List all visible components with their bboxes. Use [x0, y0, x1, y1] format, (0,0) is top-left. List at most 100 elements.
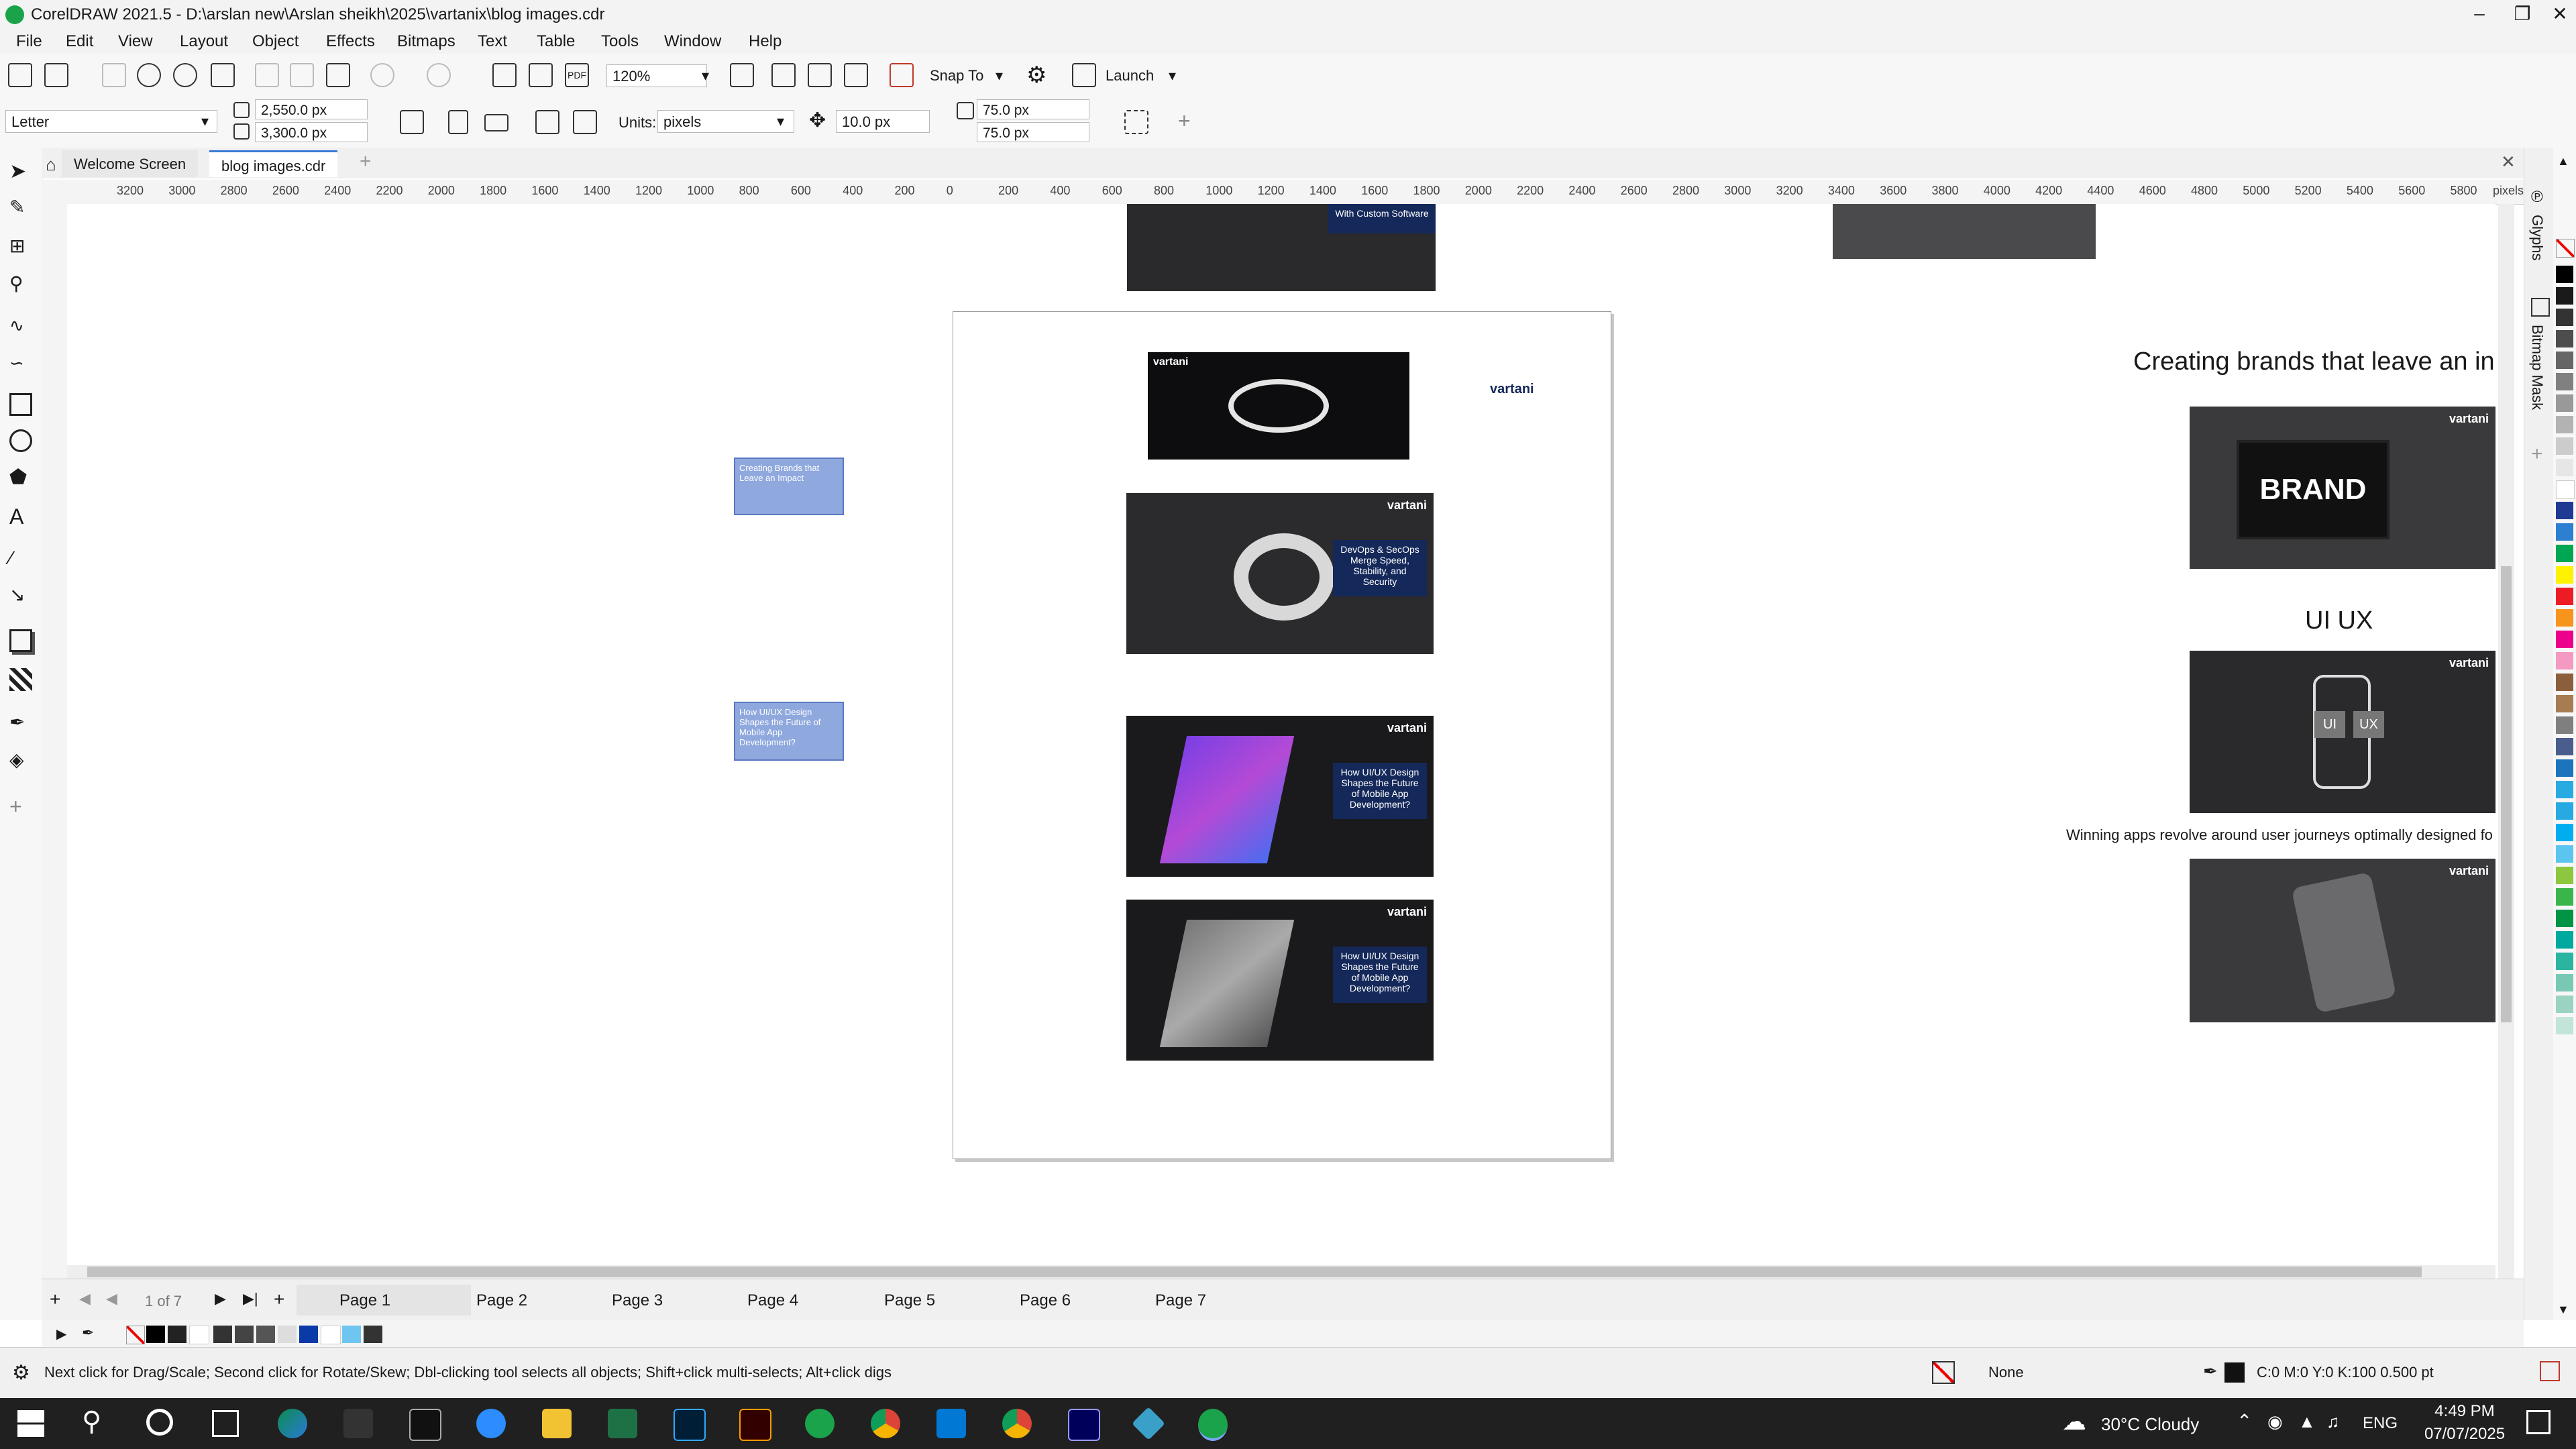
image-thumbnail-custom-software[interactable]: With Custom Software [1127, 204, 1436, 291]
open-folder-icon[interactable] [44, 63, 68, 87]
doc-swatch-gray-1[interactable] [213, 1326, 232, 1343]
clock-time[interactable]: 4:49 PM [2424, 1402, 2505, 1421]
horizontal-scroll-thumb[interactable] [87, 1267, 2422, 1277]
heading-ui-ux[interactable]: UI UX [2305, 606, 2373, 635]
eyedropper-tool-icon[interactable]: ✒ [9, 711, 32, 734]
add-property-plus-icon[interactable]: + [1178, 109, 1191, 133]
doc-swatch-light-gray[interactable] [278, 1326, 297, 1343]
copy-icon[interactable] [290, 63, 314, 87]
doc-swatch-black[interactable] [146, 1326, 165, 1343]
vertical-scroll-thumb[interactable] [2501, 566, 2512, 1022]
menu-help[interactable]: Help [749, 32, 782, 51]
doc-swatch-white[interactable] [189, 1326, 209, 1344]
zoom-tool-icon[interactable]: ⚲ [9, 272, 32, 295]
palette-swatch[interactable] [2556, 609, 2573, 627]
palette-swatch[interactable] [2556, 502, 2573, 519]
duplicate-y-field[interactable]: 75.0 px [977, 122, 1089, 142]
current-page-icon[interactable] [573, 110, 597, 134]
text-frame-creating-brands[interactable]: Creating Brands that Leave an Impact [734, 458, 844, 515]
print-icon[interactable] [211, 63, 235, 87]
menu-object[interactable]: Object [252, 32, 299, 51]
pick-tool-icon[interactable]: ➤ [9, 160, 32, 182]
palette-swatch[interactable] [2556, 910, 2573, 927]
zoom-app-icon[interactable] [476, 1409, 506, 1438]
zoom-dropdown-chevron-icon[interactable]: ▾ [702, 67, 709, 85]
text-tool-icon[interactable]: A [9, 504, 32, 529]
image-mobile-app[interactable]: vartani [2190, 859, 2496, 1022]
doc-swatch-gray-3[interactable] [256, 1326, 275, 1343]
file-explorer-icon[interactable] [542, 1409, 572, 1438]
doc-swatch-charcoal[interactable] [364, 1326, 382, 1343]
coreldraw-active-task-icon[interactable] [1198, 1409, 1228, 1441]
palette-swatch[interactable] [2556, 802, 2573, 820]
heading-creating-brands[interactable]: Creating brands that leave an in [2133, 347, 2495, 376]
winning-apps-text[interactable]: Winning apps revolve around user journey… [2066, 826, 2493, 844]
image-devops-infinity[interactable]: vartani [1148, 352, 1409, 460]
pen-app-icon[interactable] [343, 1409, 373, 1438]
palette-down-arrow-icon[interactable]: ▼ [2557, 1303, 2569, 1317]
snap-to-dropdown[interactable]: Snap To [930, 67, 983, 85]
show-grid-icon[interactable] [808, 63, 832, 87]
notifications-icon[interactable] [2526, 1410, 2551, 1434]
nudge-distance-field[interactable]: 10.0 px [836, 110, 930, 133]
palette-swatch[interactable] [2556, 953, 2573, 970]
show-hidden-icons-chevron-icon[interactable]: ⌃ [2237, 1410, 2252, 1432]
chrome-app-icon[interactable] [871, 1409, 900, 1438]
tab-page-5[interactable]: Page 5 [884, 1291, 935, 1310]
artistic-media-icon[interactable]: ∽ [9, 353, 32, 376]
tab-page-4[interactable]: Page 4 [747, 1291, 798, 1310]
add-docker-plus-icon[interactable]: + [2531, 443, 2543, 466]
menu-file[interactable]: File [16, 32, 42, 51]
shape-tool-icon[interactable]: ✎ [9, 196, 32, 219]
volume-icon[interactable]: ♫ [2326, 1411, 2340, 1432]
palette-swatch[interactable] [2556, 566, 2573, 584]
image-thumbnail-robot[interactable] [1833, 204, 2096, 259]
palette-up-arrow-icon[interactable]: ▲ [2557, 154, 2569, 168]
clock-date[interactable]: 07/07/2025 [2419, 1425, 2510, 1444]
palette-swatch[interactable] [2556, 287, 2573, 305]
treat-as-filled-icon[interactable] [1124, 110, 1148, 134]
parallel-dimension-icon[interactable]: ∕ [9, 547, 32, 570]
image-uiux-color[interactable]: vartani How UI/UX Design Shapes the Futu… [1126, 716, 1434, 877]
bitmap-mask-icon[interactable] [2531, 298, 2550, 317]
palette-swatch[interactable] [2556, 867, 2573, 884]
connector-tool-icon[interactable]: ↘ [9, 584, 32, 606]
add-page-before-icon[interactable]: + [50, 1289, 60, 1310]
outline-pen-icon[interactable]: ✒ [2203, 1361, 2218, 1382]
close-document-icon[interactable]: ✕ [2501, 152, 2516, 172]
terminal-app-icon[interactable] [409, 1409, 441, 1441]
duplicate-x-field[interactable]: 75.0 px [977, 99, 1089, 119]
palette-swatch[interactable] [2556, 416, 2573, 433]
interactive-fill-icon[interactable]: ◈ [9, 749, 32, 771]
close-button[interactable]: ✕ [2546, 3, 2573, 27]
transparency-tool-icon[interactable] [9, 668, 32, 691]
landscape-icon[interactable] [484, 114, 508, 131]
palette-swatch[interactable] [2556, 523, 2573, 541]
palette-swatch[interactable] [2556, 738, 2573, 755]
last-page-icon[interactable]: ▶| [243, 1290, 258, 1307]
vertical-ruler[interactable] [42, 204, 68, 1279]
palette-swatch[interactable] [2556, 545, 2573, 562]
palette-swatch[interactable] [2556, 845, 2573, 863]
full-screen-preview-icon[interactable] [730, 63, 754, 87]
image-ui-ux[interactable]: vartani UI UX [2190, 651, 2496, 813]
all-pages-icon[interactable] [535, 110, 559, 134]
doc-palette-eyedropper-icon[interactable]: ✒ [82, 1324, 94, 1342]
menu-effects[interactable]: Effects [326, 32, 375, 51]
palette-swatch[interactable] [2556, 996, 2573, 1013]
palette-swatch[interactable] [2556, 652, 2573, 669]
units-chevron-icon[interactable]: ▾ [777, 113, 784, 130]
redo-icon[interactable] [427, 63, 451, 87]
photoshop-app-icon[interactable] [674, 1409, 706, 1441]
snap-off-icon[interactable] [890, 63, 914, 87]
menu-layout[interactable]: Layout [180, 32, 228, 51]
palette-swatch[interactable] [2556, 394, 2573, 412]
tab-page-2[interactable]: Page 2 [476, 1291, 527, 1310]
premiere-app-icon[interactable] [1068, 1409, 1100, 1441]
drop-shadow-icon[interactable] [9, 629, 32, 652]
doc-swatch-gray-2[interactable] [235, 1326, 254, 1343]
new-document-icon[interactable] [8, 63, 32, 87]
outline-color-swatch[interactable] [2224, 1362, 2245, 1383]
show-rulers-icon[interactable] [771, 63, 796, 87]
doc-swatch-dark[interactable] [168, 1326, 186, 1343]
